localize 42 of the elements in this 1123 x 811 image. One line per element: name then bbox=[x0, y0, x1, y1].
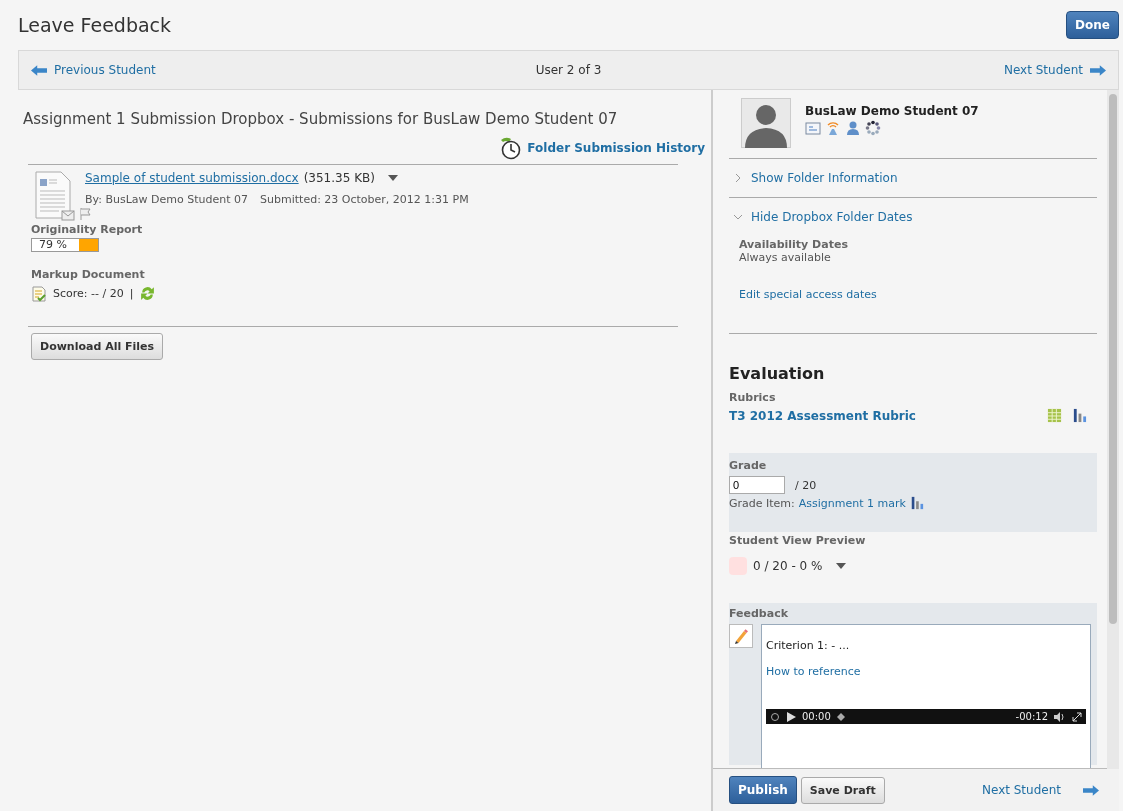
submission-file-link[interactable]: Sample of student submission.docx bbox=[85, 171, 299, 185]
grade-item-link[interactable]: Assignment 1 mark bbox=[798, 496, 906, 510]
grade-label: Grade bbox=[729, 459, 768, 472]
feedback-editor[interactable]: Criterion 1: - ... How to reference 00:00 -00:12 bbox=[761, 624, 1091, 768]
grade-maximum: / 20 bbox=[795, 478, 817, 492]
originality-score[interactable]: 79 % bbox=[31, 238, 99, 252]
file-size: (351.35 KB) bbox=[303, 171, 375, 185]
feedback-label: Feedback bbox=[729, 607, 789, 620]
folder-submission-history-link[interactable]: Folder Submission History bbox=[527, 141, 705, 155]
previous-student-link[interactable]: Previous Student bbox=[54, 63, 156, 77]
rubrics-label: Rubrics bbox=[729, 391, 777, 404]
preview-score: 0 / 20 - 0 % bbox=[753, 559, 823, 573]
hide-folder-dates-toggle[interactable]: Hide Dropbox Folder Dates bbox=[733, 210, 1097, 224]
rubric-link[interactable]: T3 2012 Assessment Rubric bbox=[729, 408, 916, 423]
publish-button[interactable]: Publish bbox=[729, 776, 797, 804]
student-view-preview-label: Student View Preview bbox=[729, 534, 867, 547]
show-folder-information-toggle[interactable]: Show Folder Information bbox=[733, 171, 1097, 185]
student-name: BusLaw Demo Student 07 bbox=[805, 104, 979, 118]
how-to-reference-link[interactable]: How to reference bbox=[766, 665, 861, 678]
page-title: Leave Feedback bbox=[18, 14, 172, 36]
evaluation-heading: Evaluation bbox=[729, 364, 826, 383]
grade-input[interactable]: 0 bbox=[729, 476, 785, 494]
markup-score: Score: -- / 20 bbox=[53, 287, 124, 300]
markup-document-label: Markup Document bbox=[30, 268, 146, 281]
submission-heading: Assignment 1 Submission Dropbox - Submissions for BusLaw Demo Student 07 bbox=[23, 110, 619, 128]
grade-item-label: Grade Item: bbox=[729, 496, 795, 510]
edit-access-dates-link[interactable]: Edit special access dates bbox=[739, 288, 1097, 301]
submitted-date: Submitted: 23 October, 2012 1:31 PM bbox=[260, 193, 469, 206]
separator: | bbox=[129, 287, 134, 300]
next-student-link[interactable]: Next Student bbox=[1003, 63, 1083, 77]
save-draft-button[interactable]: Save Draft bbox=[800, 776, 885, 804]
remaining-time: -00:12 bbox=[1015, 711, 1048, 722]
originality-report-label: Originality Report bbox=[30, 223, 144, 236]
next-student-link[interactable]: Next Student bbox=[982, 783, 1061, 797]
user-position: User 2 of 3 bbox=[535, 63, 602, 77]
availability-dates-label: Availability Dates bbox=[739, 238, 849, 251]
submitted-by: By: BusLaw Demo Student 07 bbox=[85, 193, 249, 206]
availability-value: Always available bbox=[739, 251, 832, 264]
download-all-files-button[interactable]: Download All Files bbox=[31, 333, 164, 360]
elapsed-time: 00:00 bbox=[802, 711, 831, 722]
feedback-text: Criterion 1: - ... bbox=[766, 639, 851, 652]
done-button[interactable]: Done bbox=[1066, 11, 1119, 39]
